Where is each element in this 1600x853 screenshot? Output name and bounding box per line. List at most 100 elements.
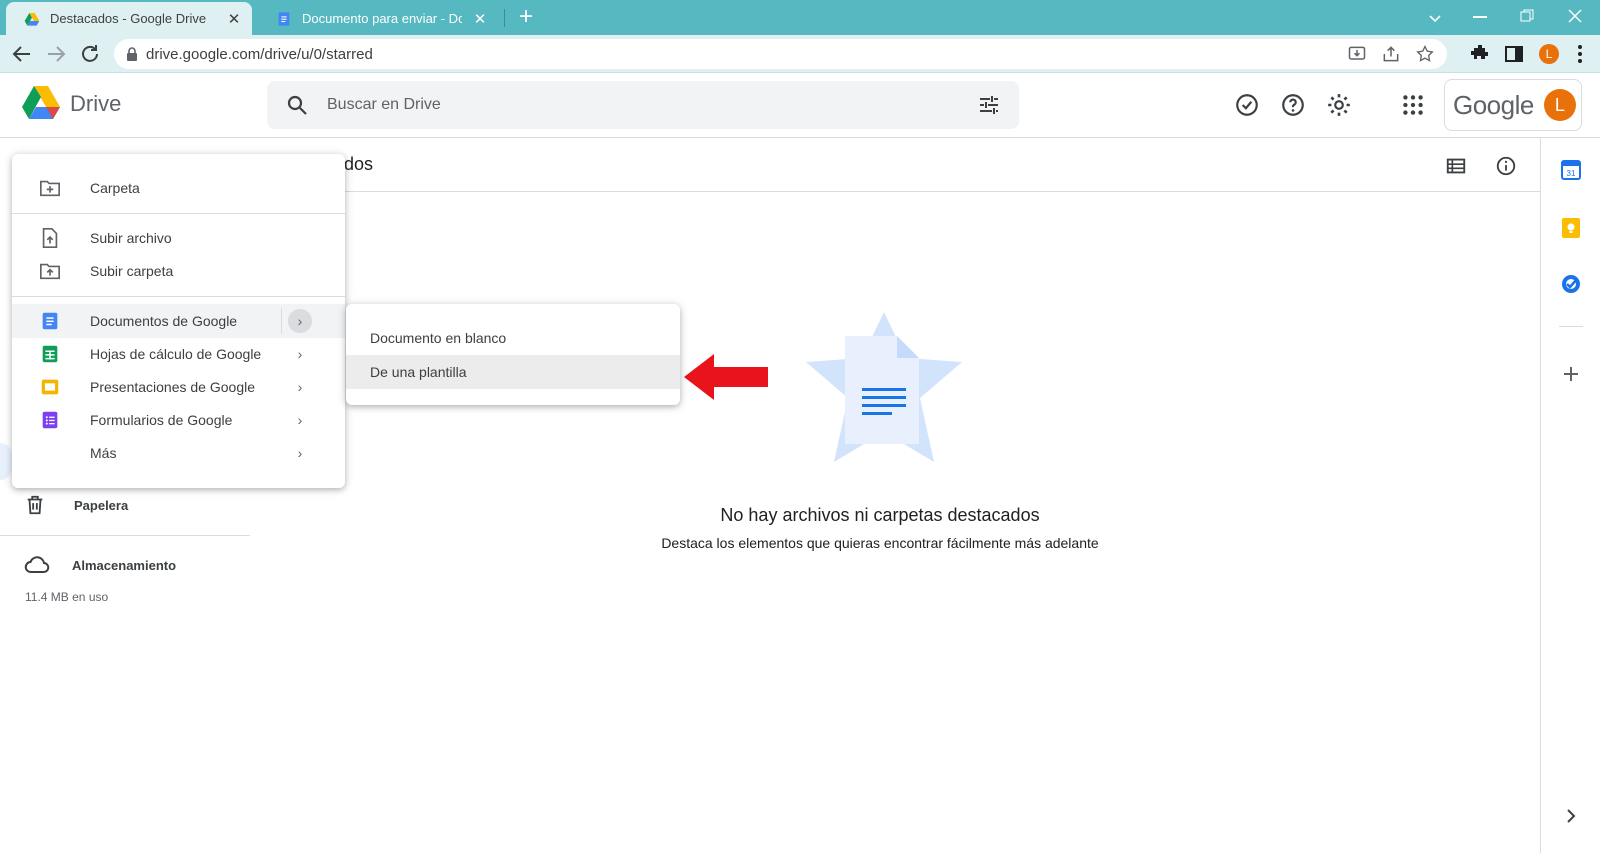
search-placeholder: Buscar en Drive [327, 96, 441, 113]
side-panel-rail: 31 [1540, 138, 1600, 853]
search-icon[interactable] [285, 93, 309, 117]
submenu-item-label: De una plantilla [370, 364, 467, 380]
menu-item-label: Hojas de cálculo de Google [90, 345, 262, 362]
sidebar-item-storage[interactable]: Almacenamiento [24, 554, 176, 576]
window-close-icon[interactable] [1568, 9, 1582, 23]
new-tab-button[interactable]: + [519, 4, 533, 30]
menu-item-label: Documentos de Google [90, 313, 238, 329]
google-docs-icon [42, 312, 58, 330]
submenu-chevron-icon[interactable]: › [288, 342, 312, 366]
svg-text:31: 31 [1567, 169, 1576, 178]
submenu-item-documento-en-blanco[interactable]: Documento en blanco [346, 321, 680, 354]
submenu-chevron-icon[interactable]: › [288, 375, 312, 399]
drive-app-name[interactable]: Drive [70, 91, 121, 117]
menu-item-subir-carpeta[interactable]: Subir carpeta [12, 254, 345, 287]
menu-item-label: Subir archivo [90, 229, 172, 246]
details-info-icon[interactable] [1495, 155, 1517, 177]
google-apps-grid-icon[interactable] [1400, 92, 1426, 118]
sidebar-item-label: Papelera [74, 497, 129, 513]
empty-state-title: No hay archivos ni carpetas destacados [720, 505, 1040, 525]
tab-search-chevron-icon[interactable] [1428, 11, 1442, 25]
sidebar-divider [0, 535, 250, 536]
rail-divider [1559, 326, 1583, 327]
submenu-chevron-icon[interactable]: › [288, 441, 312, 465]
help-icon[interactable] [1280, 92, 1306, 118]
browser-tab-bar: Destacados - Google Drive ✕ Documento pa… [0, 0, 1600, 35]
submenu-separator [281, 308, 282, 334]
tab-destacados[interactable]: Destacados - Google Drive ✕ [6, 2, 252, 35]
menu-divider [12, 213, 345, 214]
annotation-arrow-icon [684, 354, 768, 400]
tab-documento[interactable]: Documento para enviar - Docum ✕ [258, 2, 498, 35]
browser-menu-icon[interactable] [1568, 42, 1592, 66]
keep-icon[interactable] [1559, 216, 1583, 240]
menu-item-subir-archivo[interactable]: Subir archivo [12, 221, 345, 254]
reload-icon[interactable] [78, 42, 102, 66]
side-panel-icon[interactable] [1502, 42, 1526, 66]
calendar-icon[interactable]: 31 [1559, 158, 1583, 182]
install-app-icon[interactable] [1347, 44, 1367, 64]
sidebar-item-trash[interactable]: Papelera [24, 494, 128, 516]
google-docs-favicon-icon [278, 11, 290, 26]
new-item-menu: Carpeta Subir archivo Subir carpeta Docu… [12, 154, 345, 488]
browser-profile-avatar[interactable]: L [1539, 44, 1559, 64]
drive-search-bar[interactable]: Buscar en Drive [267, 81, 1019, 129]
tab-close-icon[interactable]: ✕ [472, 11, 488, 28]
google-sheets-icon [42, 345, 58, 362]
tab-close-icon[interactable]: ✕ [226, 11, 242, 28]
menu-item-documentos[interactable]: Documentos de Google › [12, 304, 345, 338]
sidebar-selected-item[interactable] [0, 443, 12, 480]
cloud-icon [24, 556, 50, 573]
restore-icon[interactable] [1520, 9, 1534, 23]
drive-logo-icon[interactable] [21, 85, 61, 121]
forward-icon[interactable] [44, 42, 68, 66]
address-bar[interactable]: drive.google.com/drive/u/0/starred [114, 39, 1447, 69]
account-switcher[interactable]: Google L [1444, 79, 1582, 131]
upload-file-icon [42, 227, 58, 248]
tasks-icon[interactable] [1559, 272, 1583, 296]
search-options-icon[interactable] [977, 93, 1001, 117]
sidebar-item-label: Almacenamiento [72, 557, 177, 573]
bookmark-star-icon[interactable] [1415, 44, 1435, 64]
google-wordmark: Google [1453, 89, 1534, 120]
expand-panel-chevron-icon[interactable] [1559, 804, 1583, 828]
google-slides-icon [41, 379, 59, 394]
google-drive-favicon-icon [24, 12, 40, 26]
docs-submenu: Documento en blanco De una plantilla [346, 304, 680, 405]
minimize-icon[interactable] [1473, 16, 1487, 18]
submenu-chevron-icon[interactable]: › [288, 408, 312, 432]
extensions-icon[interactable] [1468, 42, 1492, 66]
add-addon-icon[interactable] [1559, 362, 1583, 386]
menu-item-label: Presentaciones de Google [90, 378, 255, 395]
menu-item-carpeta[interactable]: Carpeta [12, 171, 345, 204]
settings-gear-icon[interactable] [1326, 92, 1352, 118]
tab-title: Documento para enviar - Docum [302, 11, 462, 26]
empty-state-subtitle: Destaca los elementos que quieras encont… [661, 535, 1099, 551]
share-icon[interactable] [1381, 44, 1401, 64]
menu-item-presentaciones[interactable]: Presentaciones de Google › [12, 370, 345, 403]
menu-divider [12, 296, 345, 297]
menu-item-mas[interactable]: Más › [12, 436, 345, 469]
submenu-item-de-una-plantilla[interactable]: De una plantilla [346, 355, 680, 389]
lock-icon[interactable] [126, 47, 138, 61]
trash-icon [27, 495, 43, 515]
offline-ready-icon[interactable] [1234, 92, 1260, 118]
account-avatar[interactable]: L [1543, 89, 1576, 121]
submenu-chevron-icon[interactable]: › [288, 309, 312, 333]
menu-item-label: Carpeta [90, 179, 140, 196]
new-folder-icon [40, 180, 60, 196]
tab-title: Destacados - Google Drive [50, 11, 207, 26]
empty-starred-illustration [806, 312, 962, 462]
back-icon[interactable] [10, 42, 34, 66]
browser-toolbar: drive.google.com/drive/u/0/starred L [0, 35, 1600, 73]
drive-header: Drive Buscar en Drive Google L [0, 73, 1600, 138]
submenu-item-label: Documento en blanco [370, 329, 507, 346]
menu-item-formularios[interactable]: Formularios de Google › [12, 403, 345, 436]
menu-item-label: Más [90, 444, 117, 461]
toolbar-divider [250, 191, 1540, 192]
menu-item-hojas[interactable]: Hojas de cálculo de Google › [12, 337, 345, 370]
upload-folder-icon [40, 263, 60, 279]
tab-divider [504, 9, 505, 27]
list-view-icon[interactable] [1445, 155, 1467, 177]
page-title: dos [344, 154, 374, 174]
